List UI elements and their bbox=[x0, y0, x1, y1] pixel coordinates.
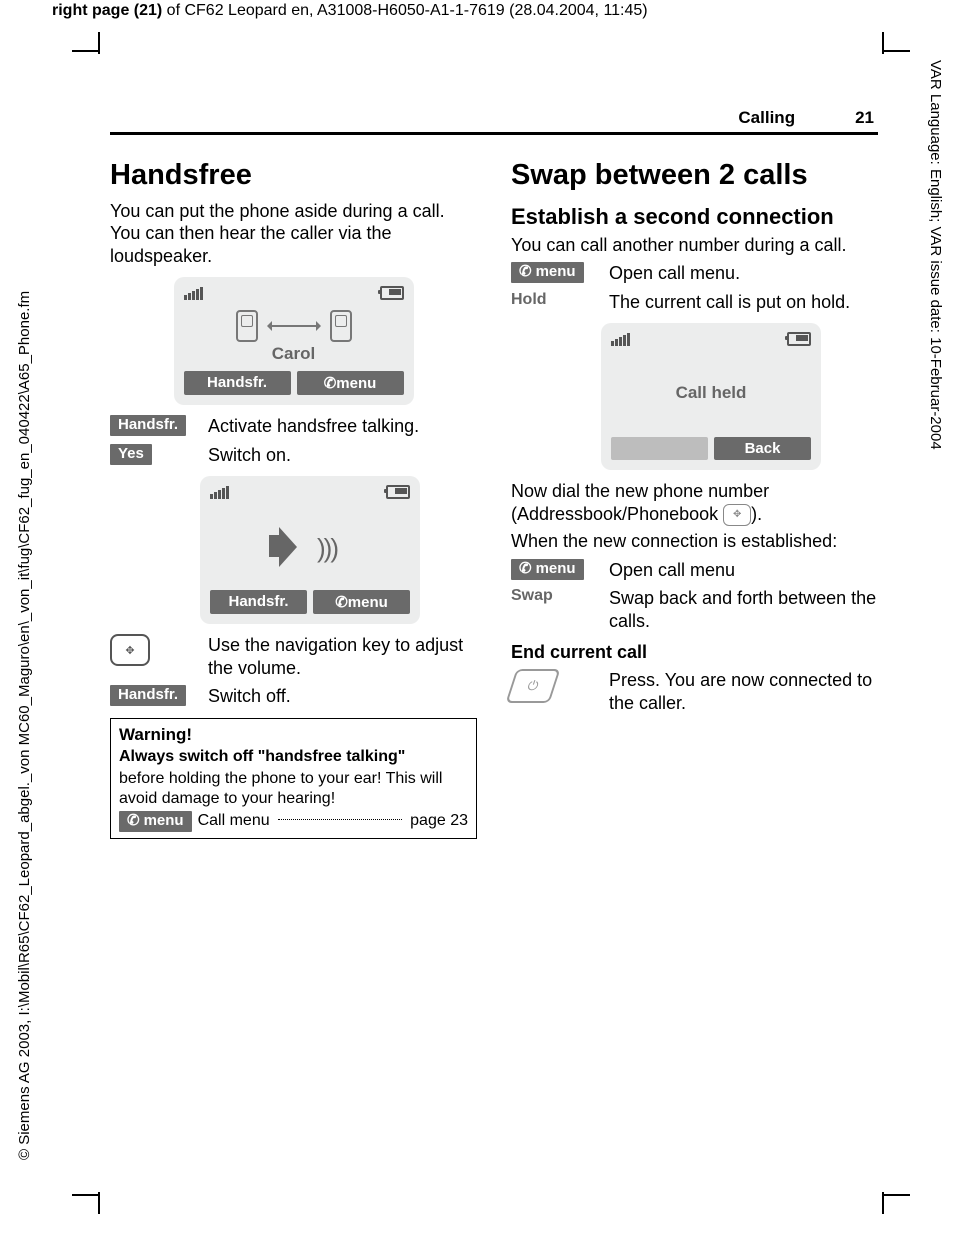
col-handsfree: Handsfree You can put the phone aside du… bbox=[110, 160, 477, 839]
warning-page-ref: page 23 bbox=[410, 812, 468, 830]
addressbook-key-icon: ✥ bbox=[723, 504, 751, 526]
dial-new: Now dial the new phone number (Addressbo… bbox=[511, 480, 878, 526]
warning-callmenu: Call menu bbox=[198, 812, 270, 830]
desc-hold: The current call is put on hold. bbox=[609, 291, 878, 314]
softkey-handsfr[interactable]: Handsfr. bbox=[210, 590, 307, 614]
signal-icon bbox=[184, 287, 203, 300]
handsfree-intro: You can put the phone aside during a cal… bbox=[110, 200, 477, 268]
left-margin-text: © Siemens AG 2003, I:\Mobil\R65\CF62_Leo… bbox=[16, 291, 33, 1160]
softkey-menu[interactable]: ✆menu bbox=[297, 371, 404, 395]
warning-title: Warning! bbox=[119, 725, 468, 745]
caller-name: Carol bbox=[272, 344, 315, 364]
desc-end-call: Press. You are now connected to the call… bbox=[609, 669, 878, 714]
warning-line1: Always switch off "handsfree talking" bbox=[119, 748, 405, 765]
battery-icon bbox=[380, 286, 404, 300]
label-hold: Hold bbox=[511, 291, 547, 308]
battery-icon bbox=[386, 485, 410, 499]
when-established: When the new connection is established: bbox=[511, 530, 878, 553]
speaker-icon bbox=[265, 521, 315, 571]
col-swap: Swap between 2 calls Establish a second … bbox=[511, 160, 878, 839]
heading-swap: Swap between 2 calls bbox=[511, 160, 878, 192]
desc-switch-on: Switch on. bbox=[208, 444, 477, 467]
label-menu: ✆menu bbox=[511, 559, 584, 580]
softkey-handsfr[interactable]: Handsfr. bbox=[184, 371, 291, 395]
desc-open-menu2: Open call menu bbox=[609, 559, 878, 582]
screen-speaker: ))) Handsfr. ✆menu bbox=[200, 476, 420, 624]
signal-icon bbox=[611, 333, 630, 346]
label-handsfr-off: Handsfr. bbox=[110, 685, 186, 706]
desc-switch-off: Switch off. bbox=[208, 685, 477, 708]
nav-key-icon: ✥ bbox=[110, 634, 150, 666]
softkey-blank bbox=[611, 437, 708, 460]
desc-volume: Use the navigation key to adjust the vol… bbox=[208, 634, 477, 679]
subhead-end-call: End current call bbox=[511, 642, 878, 663]
two-phones-icon bbox=[236, 310, 352, 342]
label-menu: ✆menu bbox=[119, 811, 192, 832]
screen-call-held: Call held Back bbox=[601, 323, 821, 470]
battery-icon bbox=[787, 332, 811, 346]
right-margin-text: VAR Language: English; VAR issue date: 1… bbox=[927, 60, 944, 450]
softkey-back[interactable]: Back bbox=[714, 437, 811, 460]
heading-handsfree: Handsfree bbox=[110, 160, 477, 192]
softkey-menu[interactable]: ✆menu bbox=[313, 590, 410, 614]
desc-activate: Activate handsfree talking. bbox=[208, 415, 477, 438]
warning-line2: before holding the phone to your ear! Th… bbox=[119, 769, 468, 809]
label-yes: Yes bbox=[110, 444, 152, 465]
desc-open-menu: Open call menu. bbox=[609, 262, 878, 285]
label-handsfr: Handsfr. bbox=[110, 415, 186, 436]
screen-call-carol: Carol Handsfr. ✆menu bbox=[174, 277, 414, 405]
desc-swap: Swap back and forth between the calls. bbox=[609, 587, 878, 632]
label-menu: ✆menu bbox=[511, 262, 584, 283]
swap-intro: You can call another number during a cal… bbox=[511, 234, 878, 257]
subhead-establish: Establish a second connection bbox=[511, 204, 878, 230]
header-rule bbox=[110, 132, 878, 135]
call-held-text: Call held bbox=[676, 383, 747, 403]
running-header: Calling21 bbox=[738, 108, 874, 128]
warning-box: Warning! Always switch off "handsfree ta… bbox=[110, 718, 477, 839]
header-meta: right page (21) of CF62 Leopard en, A310… bbox=[52, 2, 648, 20]
end-key-icon: ⏻ bbox=[505, 669, 560, 703]
signal-icon bbox=[210, 486, 229, 499]
label-swap: Swap bbox=[511, 587, 553, 604]
